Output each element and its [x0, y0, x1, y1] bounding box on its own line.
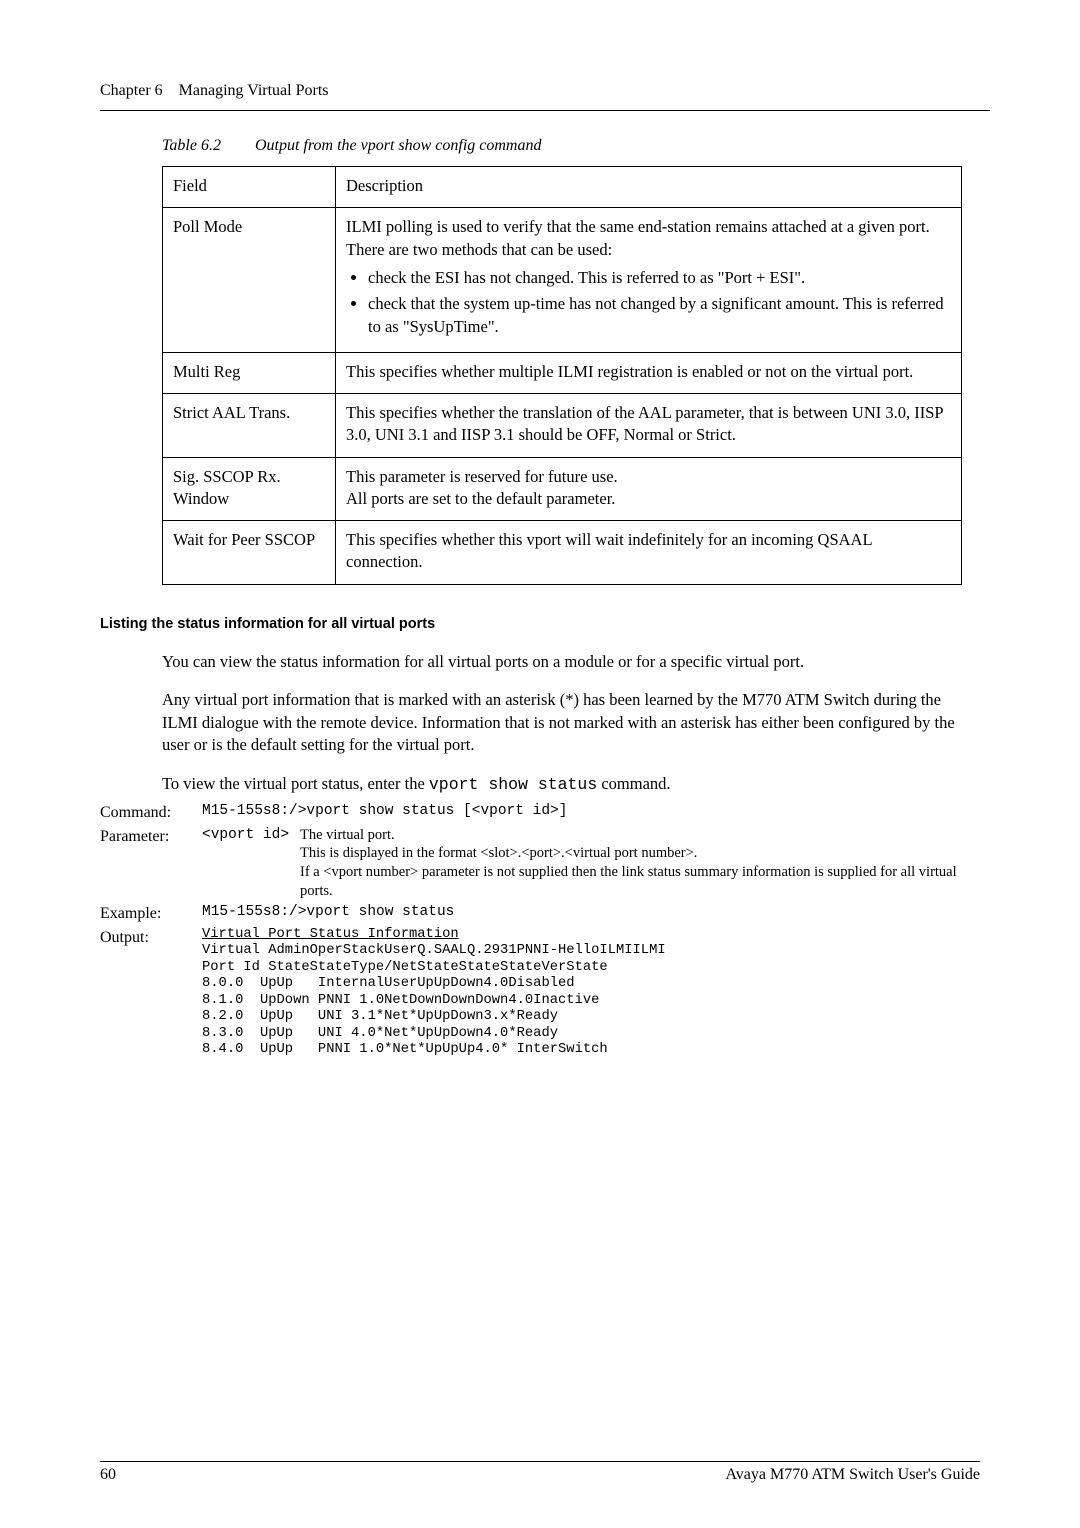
- cell-field: Multi Reg: [163, 352, 336, 393]
- parameter-row: Parameter: <vport id> The virtual port. …: [100, 826, 980, 901]
- cell-desc: ILMI polling is used to verify that the …: [336, 208, 962, 352]
- body-text: command.: [597, 774, 670, 793]
- section-heading: Listing the status information for all v…: [100, 615, 990, 635]
- chapter-label: Chapter 6: [100, 82, 163, 99]
- desc-intro: ILMI polling is used to verify that the …: [346, 217, 930, 258]
- cell-desc: This specifies whether the translation o…: [336, 394, 962, 458]
- cell-desc-text: This parameter is reserved for future us…: [346, 467, 618, 508]
- desc-bullets: check the ESI has not changed. This is r…: [350, 267, 951, 338]
- cell-desc: This parameter is reserved for future us…: [336, 457, 962, 521]
- body-text: To view the virtual port status, enter t…: [162, 774, 429, 793]
- command-text: M15-155s8:/>vport show status [<vport id…: [202, 802, 980, 822]
- parameter-name: <vport id>: [202, 826, 300, 901]
- page-footer: 60 Avaya M770 ATM Switch User's Guide: [100, 1461, 980, 1486]
- table-row: Sig. SSCOP Rx. Window This parameter is …: [163, 457, 962, 521]
- cell-desc: This specifies whether multiple ILMI reg…: [336, 352, 962, 393]
- cell-field: Sig. SSCOP Rx. Window: [163, 457, 336, 521]
- book-title: Avaya M770 ATM Switch User's Guide: [725, 1464, 980, 1486]
- cell-desc: This specifies whether this vport will w…: [336, 521, 962, 585]
- body-paragraph: Any virtual port information that is mar…: [162, 689, 962, 756]
- output-body: Virtual AdminOperStackUserQ.SAALQ.2931PN…: [202, 943, 666, 1057]
- cell-field: Wait for Peer SSCOP: [163, 521, 336, 585]
- col-header-field: Field: [163, 167, 336, 208]
- table-row: Multi Reg This specifies whether multipl…: [163, 352, 962, 393]
- parameter-description: The virtual port. This is displayed in t…: [300, 826, 980, 901]
- output-title: Virtual Port Status Information: [202, 927, 459, 942]
- body-paragraph: You can view the status information for …: [162, 651, 962, 673]
- output-label: Output:: [100, 927, 202, 949]
- bullet-item: check the ESI has not changed. This is r…: [368, 267, 951, 289]
- command-block: Command: M15-155s8:/>vport show status […: [100, 802, 980, 1059]
- command-label: Command:: [100, 802, 202, 824]
- table-header-row: Field Description: [163, 167, 962, 208]
- page-number: 60: [100, 1464, 116, 1486]
- parameter-label: Parameter:: [100, 826, 202, 848]
- spec-table: Field Description Poll Mode ILMI polling…: [162, 166, 962, 584]
- running-head: Chapter 6 Managing Virtual Ports: [100, 80, 990, 108]
- bullet-item: check that the system up-time has not ch…: [368, 293, 951, 338]
- example-label: Example:: [100, 903, 202, 925]
- table-row: Wait for Peer SSCOP This specifies wheth…: [163, 521, 962, 585]
- example-text: M15-155s8:/>vport show status: [202, 903, 980, 923]
- body-paragraph: To view the virtual port status, enter t…: [162, 773, 962, 796]
- col-header-description: Description: [336, 167, 962, 208]
- output-row: Output: Virtual Port Status Information …: [100, 927, 980, 1059]
- cell-field: Strict AAL Trans.: [163, 394, 336, 458]
- example-row: Example: M15-155s8:/>vport show status: [100, 903, 980, 925]
- table-number: Table 6.2: [162, 137, 221, 154]
- command-row: Command: M15-155s8:/>vport show status […: [100, 802, 980, 824]
- table-row: Strict AAL Trans. This specifies whether…: [163, 394, 962, 458]
- table-caption: Table 6.2 Output from the vport show conf…: [162, 135, 990, 157]
- table-row: Poll Mode ILMI polling is used to verify…: [163, 208, 962, 352]
- inline-command: vport show status: [429, 775, 597, 794]
- cell-field: Poll Mode: [163, 208, 336, 352]
- chapter-title: Managing Virtual Ports: [179, 82, 329, 99]
- output-block: Virtual Port Status Information Virtual …: [202, 927, 980, 1059]
- table-title: Output from the vport show config comman…: [255, 137, 542, 154]
- header-rule: [100, 110, 990, 111]
